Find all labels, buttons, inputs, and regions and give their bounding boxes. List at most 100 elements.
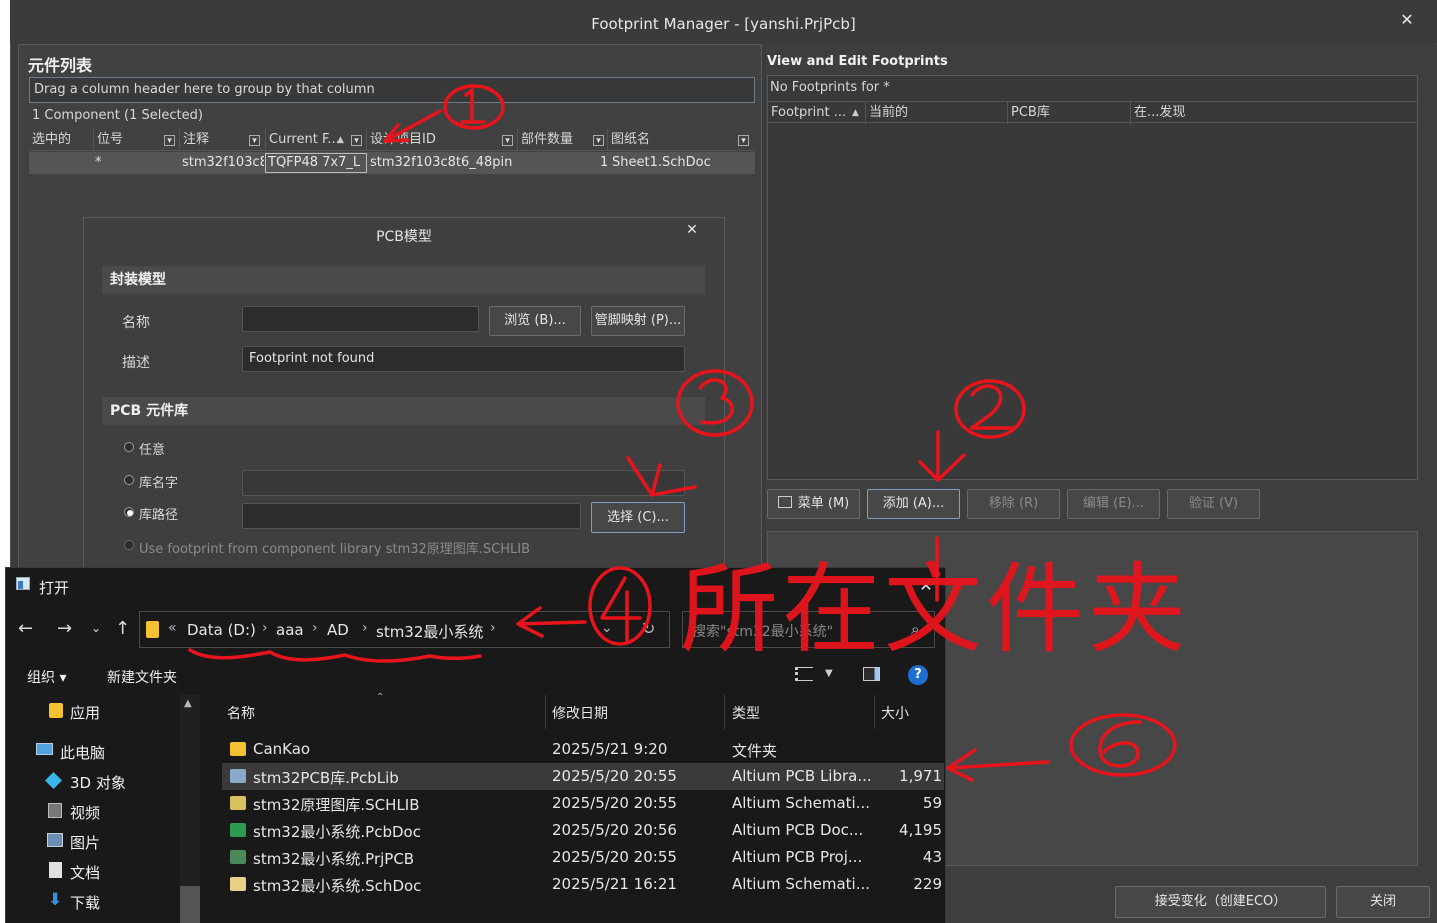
select-button[interactable]: 选择 (C)... [591,502,685,533]
column-selected[interactable]: 选中的 [29,129,93,151]
library-name-input[interactable] [242,470,685,496]
address-dropdown-icon[interactable]: ⌄ [601,620,613,636]
filter-icon[interactable]: ▾ [738,135,749,146]
column-footprint[interactable]: Footprint ... [768,102,865,124]
tree-documents[interactable]: 文档 [70,862,100,883]
file-date: 2025/5/20 20:55 [552,767,677,785]
row-design-id: stm32f103c8t6_48pin [370,155,513,170]
breadcrumb-folder[interactable]: stm32最小系统 [376,621,483,642]
pcb-dialog-close-button[interactable]: ✕ [682,222,702,242]
view-dropdown-icon[interactable]: ▼ [825,668,833,679]
radio-library-path[interactable] [124,507,134,517]
accept-changes-button[interactable]: 接受变化（创建ECO） [1115,886,1326,918]
file-name: CanKao [253,740,311,758]
file-row[interactable]: stm32最小系统.PrjPCB 2025/5/20 20:55 Altium PC… [222,844,944,871]
window-close-button[interactable]: ✕ [1397,10,1417,30]
component-table-header: 选中的 位号 ▾ 注释 ▾ Current F... ▲ ▾ 设计项目ID ▾ … [29,129,755,151]
radio-component-library-label: Use footprint from component library stm… [139,542,531,557]
row-current-footprint[interactable]: TQFP48 7x7_L [265,153,367,173]
forward-arrow-icon[interactable]: → [57,618,72,639]
column-found-in[interactable]: 在...发现 [1130,102,1417,124]
radio-library-path-label: 库路径 [139,508,179,523]
radio-library-name[interactable] [124,475,134,485]
row-part-count: 1 [600,155,609,170]
preview-pane-icon[interactable] [863,667,880,681]
library-path-input[interactable] [242,503,581,529]
edit-footprint-button[interactable]: 编辑 (E)... [1067,489,1160,519]
file-row[interactable]: stm32最小系统.SchDoc 2025/5/21 16:21 Altium Sc… [222,871,944,898]
folder-icon [146,621,159,638]
file-type: Altium Schemati... [732,875,871,893]
breadcrumb-ad[interactable]: AD [327,621,349,639]
component-row[interactable]: * stm32f103c8 TQFP48 7x7_L stm32f103c8t6… [29,152,755,174]
file-date: 2025/5/21 16:21 [552,875,677,893]
column-current[interactable]: 当前的 [865,102,1007,124]
column-sheet-name[interactable]: 图纸名 [607,129,755,151]
documents-icon [49,862,62,878]
filter-icon[interactable]: ▾ [593,135,604,146]
filter-icon[interactable]: ▾ [502,135,513,146]
tree-videos[interactable]: 视频 [70,802,100,823]
address-bar[interactable]: « Data (D:) › aaa › AD › stm32最小系统 › ⌄ ↻ [139,611,670,648]
description-input[interactable]: Footprint not found [242,346,685,372]
row-comment: stm32f103c8 [182,155,264,170]
help-icon[interactable]: ? [908,665,928,685]
footprints-panel-title: View and Edit Footprints [767,54,948,69]
header-size[interactable]: 大小 [881,703,909,723]
header-date[interactable]: 修改日期 [552,703,608,723]
new-folder-button[interactable]: 新建文件夹 [107,667,177,687]
file-row[interactable]: CanKao 2025/5/21 9:20 文件夹 [222,736,944,763]
file-row[interactable]: stm32最小系统.PcbDoc 2025/5/20 20:56 Altium PC… [222,817,944,844]
tree-3d-objects[interactable]: 3D 对象 [70,772,126,793]
browse-button[interactable]: 浏览 (B)... [489,306,581,336]
breadcrumb-separator-icon: › [262,620,268,636]
filter-icon[interactable]: ▾ [351,135,362,146]
radio-component-library[interactable] [124,540,134,550]
refresh-icon[interactable]: ↻ [642,619,655,638]
validate-footprint-button[interactable]: 验证 (V) [1167,489,1260,519]
remove-footprint-button[interactable]: 移除 (R) [967,489,1060,519]
up-arrow-icon[interactable]: ↑ [115,618,130,639]
column-current-footprint[interactable]: Current F... [265,129,365,151]
file-row[interactable]: stm32原理图库.SCHLIB 2025/5/20 20:55 Altium Sc… [222,790,944,817]
header-divider [874,695,875,729]
breadcrumb-separator-icon: › [312,620,318,636]
column-design-id[interactable]: 设计项目ID [366,129,517,151]
tree-pictures[interactable]: 图片 [70,832,100,853]
header-divider [724,695,725,729]
footprint-name-input[interactable] [242,306,479,332]
tree-scrollbar[interactable]: ▲ [180,694,200,923]
view-options-icon[interactable] [795,667,813,681]
breadcrumb-drive[interactable]: Data (D:) [187,621,256,639]
header-name[interactable]: 名称 [227,703,255,723]
navigation-tree [6,694,201,923]
add-footprint-button[interactable]: 添加 (A)... [867,489,960,519]
header-type[interactable]: 类型 [732,703,760,723]
folder-icon [230,742,246,756]
close-button[interactable]: 关闭 [1336,886,1430,918]
filter-icon[interactable]: ▾ [249,135,260,146]
filter-icon[interactable]: ▾ [164,135,175,146]
column-pcb-library[interactable]: PCB库 [1007,102,1130,124]
back-arrow-icon[interactable]: ← [18,618,33,639]
pin-map-button[interactable]: 管脚映射 (P)... [591,306,685,336]
menu-button[interactable]: 菜单 (M) [767,489,860,519]
dialog-app-icon-bar [18,581,23,589]
pcblib-icon [230,769,246,783]
breadcrumb-aaa[interactable]: aaa [276,621,304,639]
tree-this-pc[interactable]: 此电脑 [60,742,105,763]
scroll-up-icon[interactable]: ▲ [184,698,192,709]
computer-icon [36,743,53,755]
organize-button[interactable]: 组织 ▾ [27,667,66,687]
description-label: 描述 [122,355,150,371]
recent-locations-chevron-icon[interactable]: ⌄ [91,621,101,635]
tree-downloads[interactable]: 下载 [70,892,100,913]
group-by-hint[interactable]: Drag a column header here to group by th… [29,77,755,103]
breadcrumb-overflow[interactable]: « [168,620,177,636]
file-row[interactable]: stm32PCB库.PcbLib 2025/5/20 20:55 Altium PC… [222,763,944,790]
tree-apps[interactable]: 应用 [70,702,100,723]
scrollbar-thumb[interactable] [180,886,200,923]
file-name: stm32最小系统.PrjPCB [253,850,415,868]
radio-any[interactable] [124,442,134,452]
file-size: 229 [913,875,942,893]
